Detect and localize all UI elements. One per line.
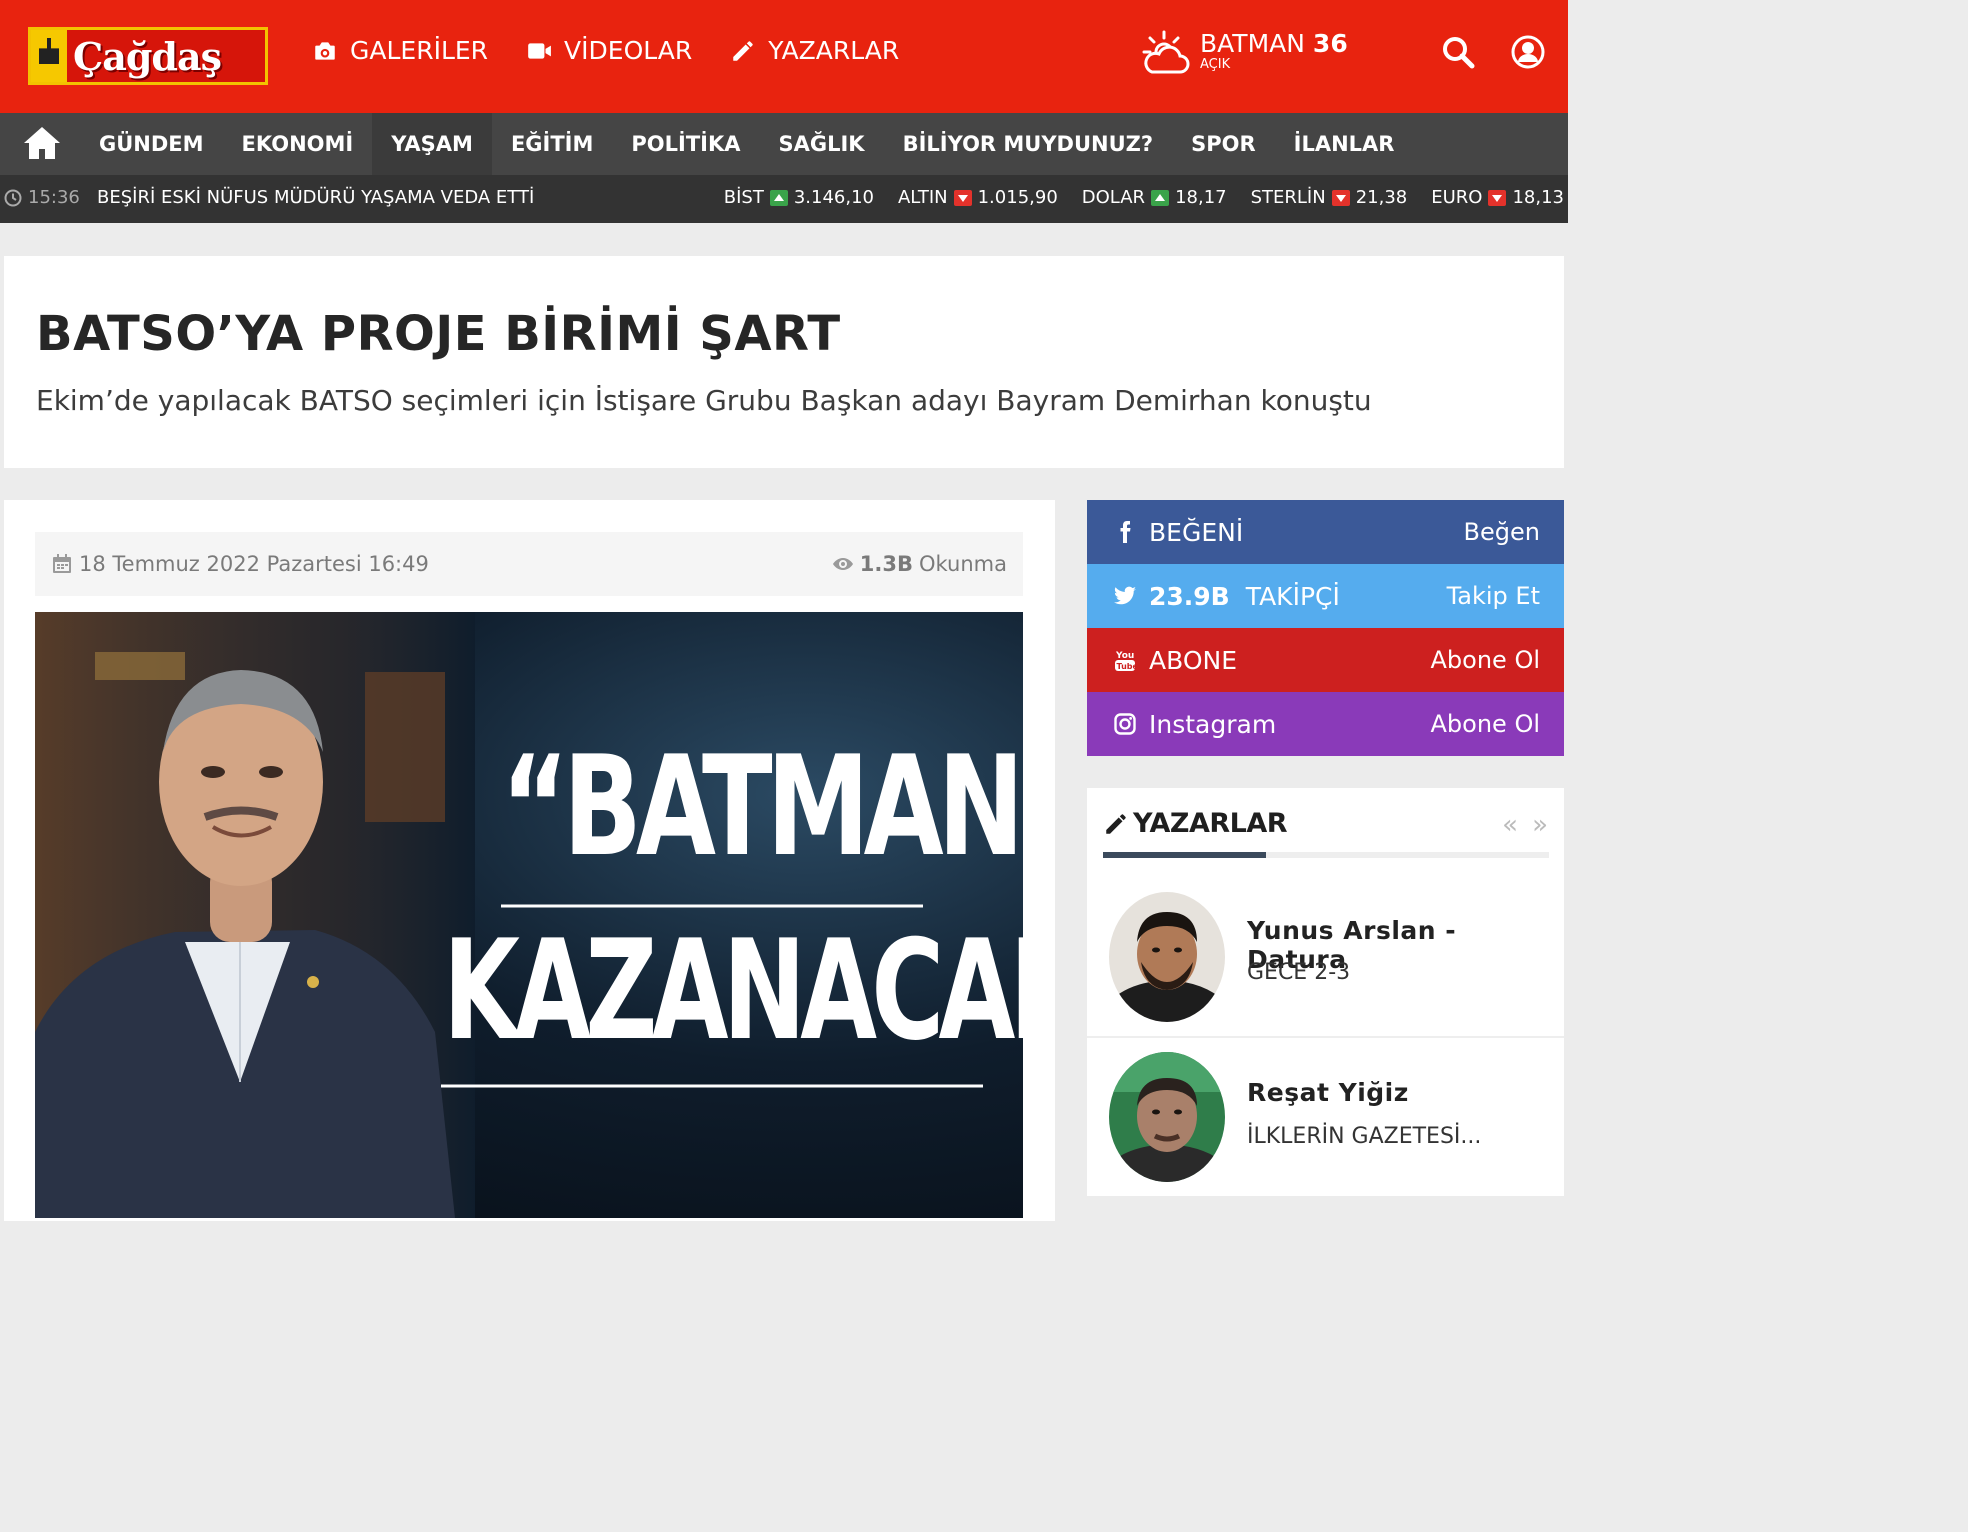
clock-icon	[4, 189, 22, 206]
site-header: Çağdaş GALERİLER VİDEOLAR YAZARLAR BATMA…	[0, 0, 1568, 113]
camera-icon	[315, 41, 335, 60]
home-icon[interactable]	[22, 125, 62, 161]
market-altin: ALTIN 1.015,90	[897, 187, 1058, 208]
article-body: 18 Temmuz 2022 Pazartesi 16:49 1.3B Okunm…	[4, 500, 1055, 1221]
market-bist: BİST 3.146,10	[723, 187, 874, 208]
twitter-follow-row[interactable]: 23.9B TAKİPÇİ Takip Et	[1087, 564, 1564, 628]
writer-column-title[interactable]: GECE 2-3	[1247, 960, 1350, 985]
article-header: BATSO’YA PROJE BİRİMİ ŞART Ekim’de yapıl…	[4, 256, 1564, 468]
facebook-like-row[interactable]: BEĞENİ Beğen	[1087, 500, 1564, 564]
nav-galleries[interactable]: GALERİLER	[312, 36, 488, 65]
facebook-label: BEĞENİ	[1149, 517, 1244, 547]
writer-avatar	[1109, 1052, 1225, 1182]
youtube-subscribe-row[interactable]: You Tube ABONE Abone Ol	[1087, 628, 1564, 692]
twitter-count: 23.9B	[1149, 581, 1230, 611]
twitter-action[interactable]: Takip Et	[1447, 582, 1540, 610]
writer-name[interactable]: Reşat Yiğiz	[1247, 1078, 1409, 1107]
market-dolar: DOLAR 18,17	[1081, 187, 1227, 208]
twitter-icon	[1111, 582, 1139, 610]
category-politika[interactable]: POLİTİKA	[612, 113, 759, 175]
youtube-action[interactable]: Abone Ol	[1431, 646, 1541, 674]
writers-widget: YAZARLAR « » Yunus Arslan - Datura GECE …	[1087, 788, 1564, 1196]
next-arrow-icon[interactable]: »	[1532, 810, 1548, 840]
hero-quote-line1: “BATMAN	[501, 726, 1023, 887]
category-spor[interactable]: SPOR	[1172, 113, 1275, 175]
market-rates: BİST 3.146,10 ALTIN 1.015,90 DOLAR 18,17 ST…	[724, 187, 1564, 208]
category-gundem[interactable]: GÜNDEM	[80, 113, 223, 175]
ticker-headline[interactable]: BEŞİRİ ESKİ NÜFUS MÜDÜRÜ YAŞAMA VEDA ETT…	[97, 187, 534, 208]
article-subtitle: Ekim’de yapılacak BATSO seçimleri için İ…	[36, 384, 1372, 417]
svg-text:Tube: Tube	[1117, 662, 1138, 671]
weather-condition: AÇIK	[1200, 57, 1231, 72]
instagram-label: Instagram	[1149, 709, 1277, 739]
user-icon[interactable]	[1510, 34, 1546, 70]
sun-cloud-icon	[1142, 30, 1190, 74]
article-date: 18 Temmuz 2022 Pazartesi 16:49	[51, 552, 429, 576]
weather-widget[interactable]: BATMAN 36 AÇIK	[1140, 30, 1348, 76]
category-nav: GÜNDEM EKONOMİ YAŞAM EĞİTİM POLİTİKA SAĞ…	[0, 113, 1568, 175]
oil-derrick-icon	[31, 30, 67, 82]
arrow-down-icon	[1331, 189, 1350, 206]
prev-arrow-icon[interactable]: «	[1502, 810, 1518, 840]
arrow-up-icon	[1151, 189, 1170, 206]
instagram-follow-row[interactable]: Instagram Abone Ol	[1087, 692, 1564, 756]
nav-writers[interactable]: YAZARLAR	[730, 36, 899, 65]
market-sterlin: STERLİN 21,38	[1250, 187, 1408, 208]
category-ekonomi[interactable]: EKONOMİ	[223, 113, 373, 175]
writer-column-title[interactable]: İLKLERİN GAZETESİ...	[1247, 1124, 1481, 1149]
writers-heading-underline	[1103, 852, 1549, 858]
instagram-action[interactable]: Abone Ol	[1431, 710, 1541, 738]
eye-icon	[832, 558, 853, 570]
writers-carousel-nav: « »	[1502, 810, 1548, 840]
hero-quote-line2: KAZANACAK”	[443, 910, 1023, 1071]
youtube-icon: You Tube	[1111, 646, 1139, 674]
facebook-icon	[1111, 518, 1139, 546]
category-saglik[interactable]: SAĞLIK	[760, 113, 884, 175]
search-icon[interactable]	[1440, 34, 1476, 70]
news-ticker: 15:36 BEŞİRİ ESKİ NÜFUS MÜDÜRÜ YAŞAMA VE…	[0, 175, 1568, 223]
ticker-time: 15:36	[4, 187, 80, 208]
calendar-icon	[53, 554, 71, 573]
article-views: 1.3B Okunma	[832, 552, 1007, 576]
logo-text: Çağdaş	[73, 33, 222, 79]
site-logo[interactable]: Çağdaş	[28, 27, 268, 85]
market-euro: EURO 18,13	[1431, 187, 1564, 208]
pencil-icon	[733, 40, 753, 61]
weather-city: BATMAN 36	[1200, 29, 1348, 58]
top-nav: GALERİLER VİDEOLAR YAZARLAR	[312, 36, 899, 65]
instagram-icon	[1111, 710, 1139, 738]
nav-videos[interactable]: VİDEOLAR	[526, 36, 692, 65]
article-meta: 18 Temmuz 2022 Pazartesi 16:49 1.3B Okunm…	[35, 532, 1023, 596]
writer-avatar	[1109, 892, 1225, 1022]
category-egitim[interactable]: EĞİTİM	[492, 113, 612, 175]
writer-item[interactable]: Yunus Arslan - Datura GECE 2-3	[1087, 878, 1564, 1036]
category-ilanlar[interactable]: İLANLAR	[1275, 113, 1414, 175]
category-yasam[interactable]: YAŞAM	[372, 113, 492, 175]
video-icon	[528, 42, 551, 59]
nav-videos-label: VİDEOLAR	[564, 36, 693, 65]
writers-heading: YAZARLAR	[1103, 808, 1288, 839]
facebook-action[interactable]: Beğen	[1464, 518, 1540, 546]
nav-galleries-label: GALERİLER	[350, 36, 489, 65]
twitter-label: TAKİPÇİ	[1245, 581, 1340, 611]
article-hero-image[interactable]: “BATMAN KAZANACAK”	[35, 612, 1023, 1218]
youtube-label: ABONE	[1149, 645, 1237, 675]
svg-text:You: You	[1115, 651, 1134, 661]
arrow-down-icon	[953, 189, 972, 206]
category-biliyor-muydunuz[interactable]: BİLİYOR MUYDUNUZ?	[884, 113, 1172, 175]
writer-item[interactable]: Reşat Yiğiz İLKLERİN GAZETESİ...	[1087, 1036, 1564, 1194]
pencil-icon	[1106, 813, 1126, 834]
social-follow: BEĞENİ Beğen 23.9B TAKİPÇİ Takip Et You T…	[1087, 500, 1564, 756]
nav-writers-label: YAZARLAR	[768, 36, 900, 65]
arrow-down-icon	[1488, 189, 1507, 206]
arrow-up-icon	[769, 189, 788, 206]
article-title: BATSO’YA PROJE BİRİMİ ŞART	[36, 306, 841, 362]
